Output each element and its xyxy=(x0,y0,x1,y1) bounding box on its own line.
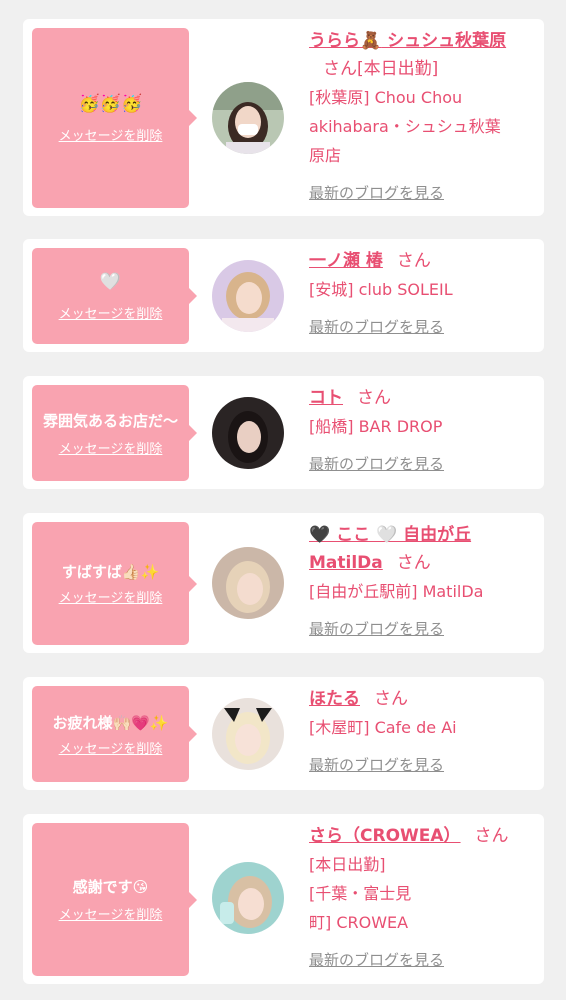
message-text: お疲れ様🙌🏻💗✨ xyxy=(52,713,169,732)
cast-info: 🖤 ここ 🤍 自由が丘 MatilDa さん [自由が丘駅前] MatilDa 最… xyxy=(309,521,537,639)
message-list: 🥳🥳🥳 メッセージを削除 うらら🧸 シュシュ秋葉原さん[本日出勤] [秋葉原] … xyxy=(0,0,566,1000)
shop-text: [自由が丘駅前] MatilDa xyxy=(309,582,484,601)
delete-message-link[interactable]: メッセージを削除 xyxy=(59,438,163,457)
cast-name-link[interactable]: コト xyxy=(309,388,343,408)
san-label: さん xyxy=(323,59,357,79)
cast-name-link[interactable]: うらら🧸 シュシュ秋葉原 xyxy=(309,31,506,51)
cast-info: さら（CROWEA） さん [本日出勤] [千葉・富士見 町] CROWEA 最新… xyxy=(309,822,537,970)
cast-name-line: さら（CROWEA） さん xyxy=(309,822,537,850)
cast-info: うらら🧸 シュシュ秋葉原さん[本日出勤] [秋葉原] Chou Chou aki… xyxy=(309,27,537,203)
message-bubble: お疲れ様🙌🏻💗✨ メッセージを削除 xyxy=(32,686,197,782)
san-label: さん xyxy=(357,388,391,408)
message-text: 🥳🥳🥳 xyxy=(78,93,143,114)
cast-name-line: うらら🧸 シュシュ秋葉原さん[本日出勤] xyxy=(309,27,537,83)
san-label: さん xyxy=(396,251,431,271)
shop-text: [木屋町] Cafe de Ai xyxy=(309,718,457,737)
cast-name-line: ほたる さん xyxy=(309,685,537,713)
avatar-photo xyxy=(212,397,284,469)
cast-name-line: 一ノ瀬 椿さん xyxy=(309,247,537,275)
avatar[interactable] xyxy=(212,397,284,469)
message-text: 🤍 xyxy=(99,271,122,292)
delete-message-link[interactable]: メッセージを削除 xyxy=(59,904,163,923)
shop-text: [本日出勤] [千葉・富士見 町] CROWEA xyxy=(309,855,412,932)
latest-blog-link[interactable]: 最新のブログを見る xyxy=(309,453,444,474)
avatar-photo xyxy=(212,862,284,934)
message-card: 🤍 メッセージを削除 一ノ瀬 椿さん [安城] club SOLEIL 最新のブ… xyxy=(23,239,544,352)
latest-blog-link[interactable]: 最新のブログを見る xyxy=(309,949,444,970)
delete-message-link[interactable]: メッセージを削除 xyxy=(59,738,163,757)
message-bubble: 🥳🥳🥳 メッセージを削除 xyxy=(32,28,197,208)
shop-text: [秋葉原] Chou Chou akihabara・シュシュ秋葉 原店 xyxy=(309,88,501,165)
avatar-photo xyxy=(212,260,284,332)
message-card: 🥳🥳🥳 メッセージを削除 うらら🧸 シュシュ秋葉原さん[本日出勤] [秋葉原] … xyxy=(23,19,544,216)
cast-info: ほたる さん [木屋町] Cafe de Ai 最新のブログを見る xyxy=(309,685,537,775)
avatar[interactable] xyxy=(212,698,284,770)
shop-text: [安城] club SOLEIL xyxy=(309,280,453,299)
latest-blog-link[interactable]: 最新のブログを見る xyxy=(309,618,444,639)
san-label: さん xyxy=(374,689,408,709)
avatar-photo xyxy=(212,547,284,619)
cast-name-link[interactable]: さら（CROWEA） xyxy=(309,826,461,846)
delete-message-link[interactable]: メッセージを削除 xyxy=(59,587,163,606)
san-label: さん xyxy=(474,826,509,846)
cast-info: コト さん [船橋] BAR DROP 最新のブログを見る xyxy=(309,384,537,474)
avatar[interactable] xyxy=(212,547,284,619)
cast-name-line: 🖤 ここ 🤍 自由が丘 MatilDa さん xyxy=(309,521,537,577)
delete-message-link[interactable]: メッセージを削除 xyxy=(59,303,163,322)
message-text: すばすば👍🏻✨ xyxy=(61,563,160,581)
cast-name-line: コト さん xyxy=(309,384,537,412)
latest-blog-link[interactable]: 最新のブログを見る xyxy=(309,182,444,203)
message-bubble: 感謝です😘 メッセージを削除 xyxy=(32,823,197,976)
message-bubble: 🤍 メッセージを削除 xyxy=(32,248,197,344)
cast-name-link[interactable]: 一ノ瀬 椿 xyxy=(309,251,383,271)
avatar[interactable] xyxy=(212,862,284,934)
message-card: 感謝です😘 メッセージを削除 さら（CROWEA） さん [本日出勤] [千葉・富… xyxy=(23,814,544,984)
message-bubble: 雰囲気あるお店だ〜 メッセージを削除 xyxy=(32,385,197,481)
message-card: お疲れ様🙌🏻💗✨ メッセージを削除 ほたる さん [木屋町] Cafe de Ai… xyxy=(23,677,544,790)
message-card: 雰囲気あるお店だ〜 メッセージを削除 コト さん [船橋] BAR DROP 最新… xyxy=(23,376,544,489)
message-bubble: すばすば👍🏻✨ メッセージを削除 xyxy=(32,522,197,645)
status-text: [本日出勤] xyxy=(357,59,439,79)
avatar-photo xyxy=(212,698,284,770)
message-text: 雰囲気あるお店だ〜 xyxy=(42,411,178,430)
cast-info: 一ノ瀬 椿さん [安城] club SOLEIL 最新のブログを見る xyxy=(309,247,537,337)
cast-name-link[interactable]: ほたる xyxy=(309,689,360,709)
latest-blog-link[interactable]: 最新のブログを見る xyxy=(309,754,444,775)
avatar[interactable] xyxy=(212,82,284,154)
message-card: すばすば👍🏻✨ メッセージを削除 🖤 ここ 🤍 自由が丘 MatilDa さん [… xyxy=(23,513,544,653)
san-label: さん xyxy=(396,553,431,573)
avatar-photo xyxy=(212,82,284,154)
shop-text: [船橋] BAR DROP xyxy=(309,417,443,436)
cast-name-link[interactable]: 🖤 ここ 🤍 自由が丘 MatilDa xyxy=(309,525,471,573)
latest-blog-link[interactable]: 最新のブログを見る xyxy=(309,316,444,337)
message-text: 感謝です😘 xyxy=(72,878,149,896)
delete-message-link[interactable]: メッセージを削除 xyxy=(59,125,163,144)
avatar[interactable] xyxy=(212,260,284,332)
